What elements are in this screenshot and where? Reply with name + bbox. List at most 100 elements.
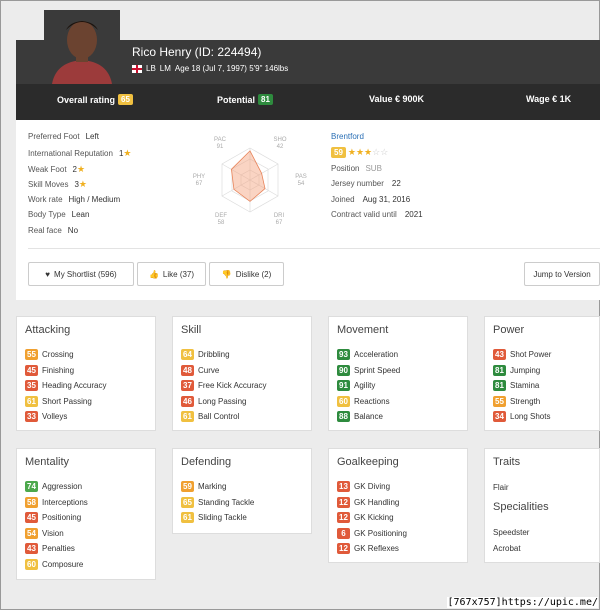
attribute-value-badge: 55 (493, 395, 506, 407)
attribute-row: 43 Shot Power (493, 349, 551, 360)
attribute-row: 65 Standing Tackle (181, 496, 254, 508)
skill-moves: Skill Moves 3★ (28, 179, 87, 189)
attribute-row: 64 Dribbling (181, 349, 230, 360)
attribute-label: Penalties (42, 544, 75, 553)
attribute-value-badge: 46 (181, 395, 194, 407)
radar-def-value: 58 (218, 220, 225, 226)
team-position: Position SUB (331, 164, 382, 173)
card-traits: Traits Flair Specialities Speedster Acro… (484, 448, 600, 563)
attribute-radar-chart: PAC 91 SHO 42 PAS 54 DRI 67 DEF 58 PHY 6… (193, 137, 307, 226)
team-stars-icon: ★★★☆☆ (347, 147, 389, 157)
attribute-row: 35 Heading Accuracy (25, 380, 106, 391)
attribute-row: 37 Free Kick Accuracy (181, 380, 266, 391)
attribute-value-badge: 43 (493, 349, 506, 360)
trait-item: Flair (493, 483, 509, 492)
card-title: Goalkeeping (337, 456, 399, 468)
card-title: Movement (337, 324, 389, 336)
attribute-row: 6 GK Positioning (337, 527, 407, 539)
attribute-value-badge: 12 (337, 496, 350, 508)
attribute-label: Curve (198, 365, 220, 375)
attribute-value-badge: 88 (337, 411, 350, 422)
thumbs-down-icon: 👎 (221, 269, 232, 279)
body-type: Body Type Lean (28, 210, 90, 219)
position-lm[interactable]: LM (160, 64, 171, 73)
card-title: Mentality (25, 456, 70, 468)
attribute-value-badge: 60 (337, 395, 350, 407)
attribute-label: Vision (42, 528, 64, 538)
attribute-value-badge: 61 (181, 411, 194, 422)
overall-badge: 65 (118, 94, 133, 105)
attribute-row: 61 Short Passing (25, 395, 92, 407)
attribute-row: 60 Composure (25, 558, 83, 570)
like-button[interactable]: 👍 Like (37) (137, 262, 206, 286)
attribute-row: 33 Volleys (25, 411, 67, 422)
card-title: Defending (181, 456, 232, 468)
attribute-label: Long Shots (510, 412, 551, 421)
team-rating-badge: 59 (331, 147, 346, 158)
attribute-row: 34 Long Shots (493, 411, 550, 422)
attribute-row: 55 Strength (493, 395, 541, 407)
star-icon: ★ (123, 148, 132, 158)
attribute-value-badge: 35 (25, 380, 38, 391)
attribute-label: Sprint Speed (354, 365, 401, 375)
attribute-label: Volleys (42, 412, 68, 421)
team-jersey: Jersey number 22 (331, 179, 401, 188)
attribute-value-badge: 64 (181, 349, 194, 360)
speciality-item: Acrobat (493, 544, 521, 553)
card-goalkeeping: Goalkeeping 13 GK Diving 12 GK Handling 12 GK… (328, 448, 468, 563)
shortlist-button[interactable]: ♥ My Shortlist (596) (28, 262, 134, 286)
player-avatar (44, 10, 120, 84)
attribute-row: 12 GK Handling (337, 496, 399, 508)
star-icon: ★ (78, 179, 87, 189)
attribute-label: Agility (354, 381, 376, 390)
attribute-value-badge: 61 (25, 395, 38, 407)
attribute-row: 74 Aggression (25, 481, 82, 492)
real-face: Real face No (28, 226, 79, 235)
card-title: Skill (181, 324, 202, 336)
attribute-label: GK Kicking (354, 513, 394, 522)
potential-badge: 81 (258, 94, 273, 105)
attribute-label: Positioning (42, 513, 82, 522)
attribute-value-badge: 60 (25, 558, 38, 570)
potential-rating: Potential 81 (217, 94, 273, 105)
radar-dri-label: DRI (274, 213, 285, 219)
attribute-value-badge: 81 (493, 364, 506, 376)
weak-foot: Weak Foot 2★ (28, 164, 86, 174)
thumbs-up-icon: 👍 (148, 269, 159, 279)
team-joined: Joined Aug 31, 2016 (331, 195, 411, 204)
card-skill: Skill 64 Dribbling 48 Curve 37 Free Kick Accu… (172, 316, 312, 431)
attribute-row: 91 Agility (337, 380, 375, 391)
overall-rating: Overall rating 65 (57, 94, 133, 105)
attribute-value-badge: 90 (337, 364, 350, 376)
info-divider (28, 248, 600, 249)
preferred-foot: Preferred Foot Left (28, 132, 99, 141)
jump-to-version-button[interactable]: Jump to Version (524, 262, 600, 286)
attribute-row: 54 Vision (25, 527, 64, 539)
attribute-label: Acceleration (354, 350, 399, 359)
attribute-label: Long Passing (198, 396, 247, 406)
attribute-value-badge: 6 (337, 527, 350, 539)
radar-pas-value: 54 (298, 181, 305, 187)
attribute-value-badge: 45 (25, 512, 38, 523)
card-mentality: Mentality 74 Aggression 58 Interceptions 45 P… (16, 448, 156, 580)
radar-pac-value: 91 (217, 144, 224, 150)
attribute-label: GK Reflexes (354, 544, 399, 553)
attribute-label: Aggression (42, 482, 83, 491)
radar-def-label: DEF (215, 213, 227, 219)
attribute-label: Reactions (354, 396, 390, 406)
dislike-button[interactable]: 👎 Dislike (2) (209, 262, 284, 286)
attribute-value-badge: 58 (25, 496, 38, 508)
attribute-row: 81 Stamina (493, 380, 539, 391)
heart-icon: ♥ (45, 269, 51, 279)
attribute-row: 60 Reactions (337, 395, 390, 407)
attribute-row: 13 GK Diving (337, 481, 390, 492)
attribute-row: 59 Marking (181, 481, 226, 492)
attribute-label: Dribbling (198, 350, 230, 359)
attribute-label: Strength (510, 396, 541, 406)
player-meta: LB LM Age 18 (Jul 7, 1997) 5'9" 146lbs (132, 64, 288, 73)
wage-label: Wage € 1K (526, 94, 572, 104)
attribute-value-badge: 48 (181, 364, 194, 376)
attribute-value-badge: 12 (337, 512, 350, 523)
position-lb[interactable]: LB (146, 64, 156, 73)
team-link[interactable]: Brentford (331, 132, 364, 141)
